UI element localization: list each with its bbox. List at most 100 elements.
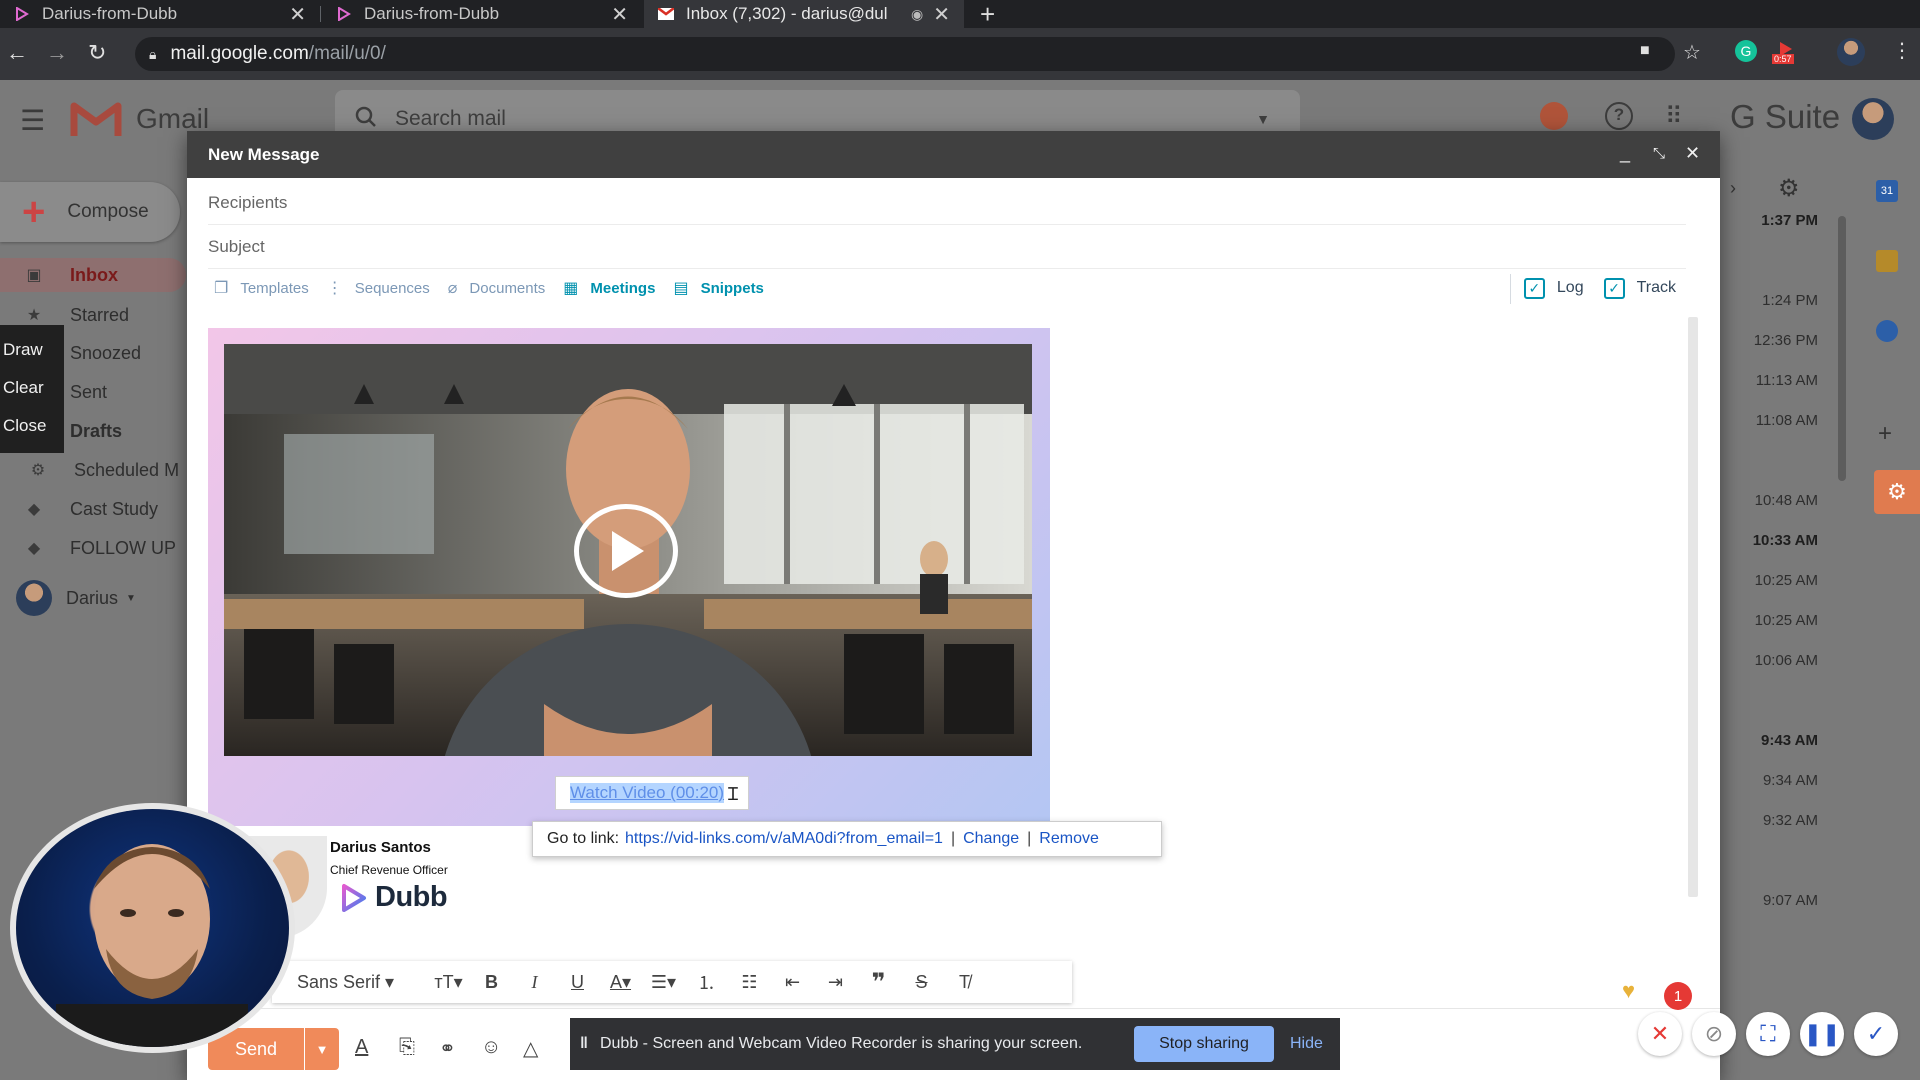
align-icon[interactable]: ☰▾	[642, 972, 685, 993]
browser-menu-icon[interactable]: ⋮	[1892, 38, 1912, 63]
change-link-button[interactable]: Change	[963, 830, 1019, 848]
hide-banner-button[interactable]: Hide	[1290, 1026, 1323, 1062]
tab-close-icon[interactable]: ✕	[933, 2, 950, 27]
forward-icon[interactable]: →	[46, 40, 68, 66]
stop-sharing-button[interactable]: Stop sharing	[1134, 1026, 1274, 1062]
font-size-icon[interactable]: ᴛT▾	[427, 972, 470, 993]
sharing-message: Dubb - Screen and Webcam Video Recorder …	[599, 1035, 1083, 1052]
browser-tab-3[interactable]: Inbox (7,302) - darius@dul ◉ ✕	[644, 0, 964, 28]
recipients-field[interactable]: Recipients	[208, 181, 1686, 225]
snippets-button[interactable]: ▤ Snippets	[673, 278, 763, 298]
address-bar[interactable]: 🔒︎ mail.google.com /mail/u/0/	[135, 37, 1675, 71]
webcam-bubble[interactable]	[10, 803, 295, 1053]
main-menu-icon[interactable]: ☰	[20, 104, 45, 137]
send-options-button[interactable]: ▼	[305, 1028, 339, 1070]
new-tab-button[interactable]: +	[980, 0, 995, 28]
notification-badge[interactable]: 1	[1664, 982, 1692, 1010]
back-icon[interactable]: ←	[6, 40, 28, 66]
emoji-icon[interactable]: ☺	[481, 1036, 501, 1059]
reload-icon[interactable]: ↻	[88, 40, 106, 66]
text-color-icon[interactable]: A▾	[599, 972, 642, 993]
compose-scrollbar[interactable]	[1688, 317, 1698, 897]
sidebar-item-inbox[interactable]: ▣ Inbox	[0, 258, 186, 292]
bookmark-star-icon[interactable]: ☆	[1683, 40, 1701, 65]
compose-button[interactable]: + Compose	[0, 182, 180, 242]
hubspot-sprocket-icon[interactable]	[1540, 102, 1568, 130]
video-thumbnail[interactable]	[224, 344, 1032, 756]
apps-grid-icon[interactable]: ⠿	[1665, 102, 1683, 131]
finish-recording-icon[interactable]: ✓	[1854, 1012, 1898, 1056]
templates-button[interactable]: ❐ Templates	[214, 278, 309, 298]
recording-timer: 0:57	[1772, 54, 1794, 64]
draw-button[interactable]: Draw	[0, 331, 64, 369]
numbered-list-icon[interactable]: ⒈	[685, 969, 728, 995]
keep-icon[interactable]	[1876, 250, 1898, 272]
browser-tab-1[interactable]: Darius-from-Dubb ✕	[0, 0, 320, 28]
sequences-button[interactable]: ⋮ Sequences	[327, 278, 430, 298]
link-url[interactable]: https://vid-links.com/v/aMA0di?from_emai…	[625, 830, 943, 848]
log-checkbox[interactable]: ✓ Log	[1523, 277, 1584, 299]
drag-handle-icon[interactable]: ‖	[580, 1035, 588, 1053]
subject-field[interactable]: Subject	[208, 225, 1686, 269]
hubspot-log-track: ✓ Log ✓ Track	[1504, 268, 1676, 308]
tab-close-icon[interactable]: ✕	[289, 2, 306, 27]
remove-formatting-icon[interactable]: T̸	[943, 972, 986, 993]
camera-off-icon[interactable]: ⊘	[1692, 1012, 1736, 1056]
account-avatar[interactable]	[1852, 98, 1894, 140]
indent-more-icon[interactable]: ⇥	[814, 972, 857, 993]
strikethrough-icon[interactable]: S	[900, 972, 943, 993]
insert-link-icon[interactable]: ⚭	[439, 1036, 456, 1061]
underline-icon[interactable]: U	[556, 972, 599, 993]
meetings-button[interactable]: ▦ Meetings	[563, 278, 655, 298]
tab-title: Inbox (7,302) - darius@dul	[686, 4, 888, 23]
minimize-icon[interactable]: _	[1620, 143, 1630, 164]
indent-less-icon[interactable]: ⇤	[771, 972, 814, 993]
tab-separator	[320, 6, 321, 22]
sequence-icon: ⋮	[326, 280, 343, 297]
documents-button[interactable]: ⌀ Documents	[448, 278, 546, 298]
cancel-recording-icon[interactable]: ✕	[1638, 1012, 1682, 1056]
fullscreen-icon[interactable]: ⤡	[1653, 145, 1665, 162]
hubspot-notification-icon[interactable]: ♥	[1622, 978, 1635, 1004]
search-options-icon[interactable]: ▼	[1256, 111, 1270, 127]
tasks-icon[interactable]	[1876, 320, 1898, 342]
attach-file-icon[interactable]: ⎘	[399, 1036, 415, 1059]
expand-icon[interactable]: ⛶	[1746, 1012, 1790, 1056]
italic-icon[interactable]: I	[513, 972, 556, 993]
drive-icon[interactable]: △	[523, 1036, 538, 1061]
close-draw-button[interactable]: Close	[0, 407, 64, 445]
compose-title-bar[interactable]: New Message _ ⤡ ✕	[187, 131, 1720, 178]
play-button[interactable]	[574, 504, 678, 598]
pause-recording-icon[interactable]: ❚❚	[1800, 1012, 1844, 1056]
grammarly-icon[interactable]: G	[1735, 40, 1757, 62]
watch-video-link[interactable]: Watch Video (00:20)	[555, 776, 749, 810]
close-icon[interactable]: ✕	[1685, 143, 1700, 164]
font-family-select[interactable]: Sans Serif ▾	[297, 972, 427, 993]
clear-button[interactable]: Clear	[0, 369, 64, 407]
profile-avatar[interactable]	[1837, 38, 1865, 66]
hangouts-user[interactable]: Darius ▼	[0, 580, 186, 616]
bold-icon[interactable]: B	[470, 972, 513, 993]
formatting-options-icon[interactable]: A	[355, 1036, 368, 1059]
sidebar-item-cast-study[interactable]: ◆ Cast Study	[0, 492, 186, 526]
tab-close-icon[interactable]: ✕	[611, 2, 628, 27]
dubb-recorder-icon[interactable]: 0:57	[1772, 38, 1800, 66]
camera-icon[interactable]: ■	[1640, 42, 1650, 60]
sidebar-item-follow-up[interactable]: ◆ FOLLOW UP	[0, 531, 186, 565]
calendar-icon[interactable]: 31	[1876, 180, 1898, 202]
inbox-scrollbar[interactable]	[1838, 216, 1846, 481]
browser-tab-2[interactable]: Darius-from-Dubb ✕	[322, 0, 642, 28]
compose-plus-icon: +	[22, 190, 46, 234]
video-thumbnail-card[interactable]: Watch Video (00:20) Ɪ	[208, 328, 1050, 826]
help-icon[interactable]: ?	[1605, 102, 1633, 130]
quote-icon[interactable]: ❞	[857, 968, 900, 997]
sidebar-item-scheduled[interactable]: ⚙ Scheduled M	[0, 453, 186, 487]
bulleted-list-icon[interactable]: ☷	[728, 972, 771, 993]
hubspot-sidebar-icon[interactable]: ⚙	[1874, 470, 1920, 514]
tab-audio-icon: ◉	[911, 5, 924, 22]
add-addon-icon[interactable]: +	[1878, 420, 1892, 448]
screen-sharing-banner: ‖ Dubb - Screen and Webcam Video Recorde…	[570, 1018, 1340, 1070]
message-time: 10:25 AM	[1754, 612, 1818, 629]
track-checkbox[interactable]: ✓ Track	[1603, 277, 1676, 299]
remove-link-button[interactable]: Remove	[1039, 830, 1099, 848]
